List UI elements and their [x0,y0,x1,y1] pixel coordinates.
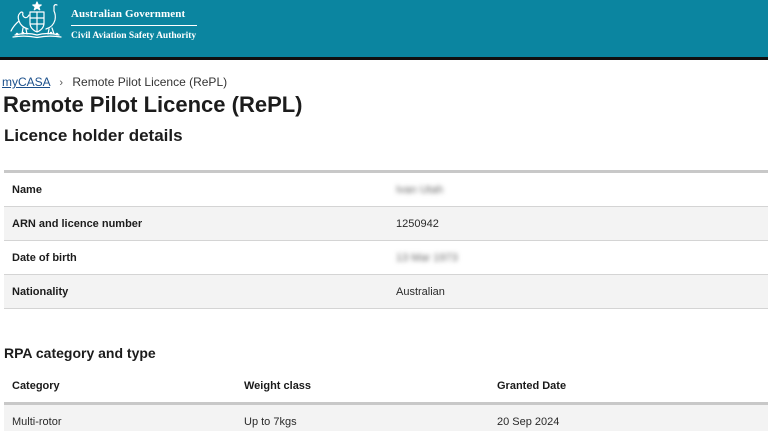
agency-branding: Australian Government Civil Aviation Saf… [71,8,197,42]
gov-header: Australian Government Civil Aviation Saf… [0,0,768,60]
commonwealth-coat-of-arms-icon[interactable] [9,1,65,39]
breadcrumb-separator-icon: › [59,77,64,89]
table-row: Multi-rotor Up to 7kgs 20 Sep 2024 [4,405,768,431]
licence-holder-heading: Licence holder details [4,126,183,145]
column-header-weight-class: Weight class [244,380,312,392]
page-title: Remote Pilot Licence (RePL) [3,92,303,117]
agency-name: Civil Aviation Safety Authority [71,31,197,41]
column-header-category: Category [12,380,60,392]
table-row-arn: ARN and licence number 1250942 [4,207,768,241]
holder-name-value: Ivan Utah [396,183,444,196]
row-label: Date of birth [12,251,77,264]
table-row-nationality: Nationality Australian [4,275,768,309]
weight-class-cell: Up to 7kgs [244,416,297,428]
rpa-heading: RPA category and type [4,345,156,361]
arn-value: 1250942 [396,217,439,230]
row-label: Nationality [12,285,69,298]
granted-date-cell: 20 Sep 2024 [497,416,560,428]
table-row-dob: Date of birth 13 Mar 1973 [4,241,768,275]
table-header-row: Category Weight class Granted Date [4,370,768,405]
column-header-granted-date: Granted Date [497,380,567,392]
dob-value: 13 Mar 1973 [396,251,458,264]
breadcrumb-current: Remote Pilot Licence (RePL) [72,75,228,89]
table-row-name: Name Ivan Utah [4,173,768,207]
licence-holder-table: Name Ivan Utah ARN and licence number 12… [4,170,768,309]
row-label: ARN and licence number [12,217,143,230]
category-cell: Multi-rotor [12,416,62,428]
government-name: Australian Government [71,8,197,26]
rpa-table: Category Weight class Granted Date Multi… [4,370,768,431]
breadcrumb-home-link[interactable]: myCASA [2,75,50,89]
nationality-value: Australian [396,285,445,298]
page: Australian Government Civil Aviation Saf… [0,0,768,431]
row-label: Name [12,183,42,196]
breadcrumb: myCASA › Remote Pilot Licence (RePL) [2,75,227,90]
